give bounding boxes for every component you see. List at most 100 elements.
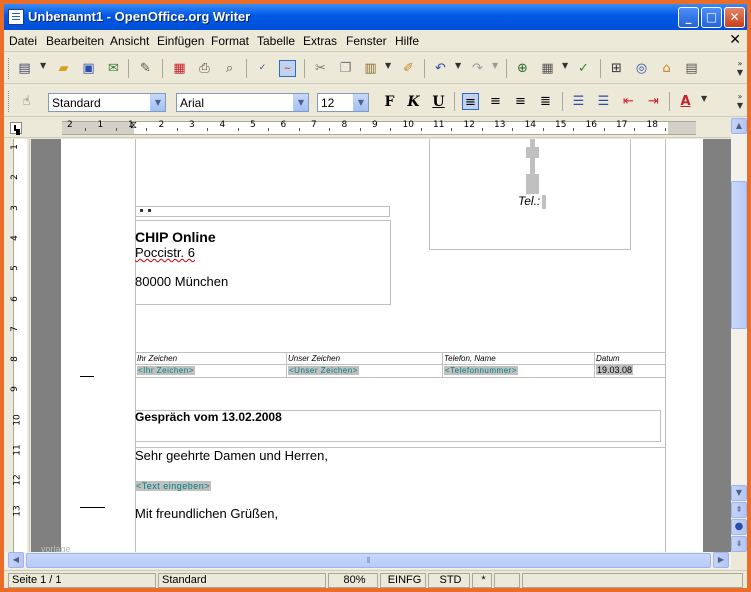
ref-field-ihr-zeichen[interactable]: <Ihr Zeichen> bbox=[137, 366, 195, 375]
scroll-down-button[interactable]: ▼ bbox=[731, 485, 747, 501]
print-icon[interactable]: ⎙ bbox=[196, 60, 213, 77]
writer-app-icon[interactable] bbox=[8, 9, 24, 25]
ruler-tick bbox=[481, 128, 483, 131]
ref-field-telefon[interactable]: <Telefonnummer> bbox=[444, 366, 518, 375]
redo-dropdown-icon[interactable]: ▼ bbox=[492, 61, 500, 70]
status-signature[interactable] bbox=[494, 573, 520, 588]
format-paintbrush-icon[interactable]: ✐ bbox=[400, 60, 417, 77]
scroll-right-button[interactable]: ▶ bbox=[713, 552, 729, 568]
undo-icon[interactable]: ↶ bbox=[432, 60, 449, 77]
paste-icon[interactable]: ▥ bbox=[362, 60, 379, 77]
table-dropdown-icon[interactable]: ▼ bbox=[562, 61, 570, 70]
justify-icon[interactable]: ≣ bbox=[537, 93, 554, 110]
page-preview-icon[interactable]: ⌕ bbox=[221, 60, 238, 77]
status-page[interactable]: Seite 1 / 1 bbox=[8, 573, 156, 588]
increase-indent-icon[interactable]: ⇥ bbox=[645, 93, 662, 110]
find-replace-icon[interactable]: ⊞ bbox=[608, 60, 625, 77]
numbering-icon[interactable]: ☰ bbox=[570, 93, 587, 110]
navigator-icon[interactable]: ◎ bbox=[633, 60, 650, 77]
align-center-icon[interactable]: ≡ bbox=[487, 93, 504, 110]
export-pdf-icon[interactable]: ▦ bbox=[171, 60, 188, 77]
status-style[interactable]: Standard bbox=[158, 573, 326, 588]
decrease-indent-icon[interactable]: ⇤ bbox=[620, 93, 637, 110]
cut-icon[interactable]: ✂ bbox=[312, 60, 329, 77]
indent-marker-icon[interactable]: ⧖ bbox=[130, 120, 137, 131]
status-zoom[interactable]: 80% bbox=[328, 573, 378, 588]
navigation-button[interactable]: ● bbox=[731, 519, 747, 535]
new-dropdown-icon[interactable]: ▼ bbox=[40, 61, 48, 70]
vertical-scroll-thumb[interactable] bbox=[731, 181, 747, 329]
paste-dropdown-icon[interactable]: ▼ bbox=[385, 61, 393, 70]
menu-datei[interactable]: Datei bbox=[9, 34, 37, 48]
chevron-down-icon[interactable]: ▼ bbox=[150, 94, 165, 111]
toolbar-grip[interactable] bbox=[8, 58, 11, 79]
minimize-button[interactable]: _ bbox=[678, 7, 699, 28]
font-color-icon[interactable]: A bbox=[677, 93, 694, 110]
spellcheck-icon[interactable]: ✓ bbox=[254, 60, 271, 77]
horizontal-ruler[interactable]: 2 1 1 2 3 4 5 6 7 8 9 10 11 12 13 14 15 16 17 18 ⧖ bbox=[4, 118, 747, 138]
show-draw-functions-icon[interactable]: ✓ bbox=[575, 60, 592, 77]
toolbar-overflow-icon[interactable]: » ▼ bbox=[735, 92, 745, 110]
bold-button[interactable]: F bbox=[380, 93, 399, 111]
align-left-icon[interactable]: ≡ bbox=[462, 93, 479, 110]
menu-tabelle[interactable]: Tabelle bbox=[257, 34, 295, 48]
phone-field[interactable] bbox=[542, 195, 546, 209]
ref-field-datum[interactable]: 19.03.08 bbox=[596, 365, 634, 375]
ref-header-telefon: Telefon, Name bbox=[444, 354, 496, 363]
menu-ansicht[interactable]: Ansicht bbox=[110, 34, 149, 48]
document-page[interactable]: Tel.: CHIP Online Poccistr. 6 80000 Münc… bbox=[41, 139, 703, 552]
styles-formatting-icon[interactable]: ☝ bbox=[18, 93, 35, 110]
email-icon[interactable]: ✉ bbox=[105, 60, 122, 77]
bullets-icon[interactable]: ☰ bbox=[595, 93, 612, 110]
font-size-select[interactable]: 12 ▼ bbox=[317, 93, 369, 112]
vertical-scrollbar[interactable]: ▲ ▼ ⇞ ● ⇟ bbox=[731, 118, 747, 552]
paragraph-style-select[interactable]: Standard ▼ bbox=[48, 93, 166, 112]
toolbar-separator bbox=[424, 59, 425, 78]
chevron-down-icon[interactable]: ▼ bbox=[293, 94, 308, 111]
next-page-button[interactable]: ⇟ bbox=[731, 536, 747, 552]
status-insert-mode[interactable]: EINFG bbox=[380, 573, 426, 588]
ruler-tick bbox=[512, 128, 514, 131]
undo-dropdown-icon[interactable]: ▼ bbox=[455, 61, 463, 70]
close-button[interactable]: ✕ bbox=[724, 7, 745, 28]
body-text-field[interactable]: <Text eingeben> bbox=[135, 481, 212, 491]
ref-field-unser-zeichen[interactable]: <Unser Zeichen> bbox=[288, 366, 359, 375]
table-icon[interactable]: ▦ bbox=[539, 60, 556, 77]
hyperlink-icon[interactable]: ⊕ bbox=[514, 60, 531, 77]
menu-fenster[interactable]: Fenster bbox=[346, 34, 387, 48]
open-folder-icon[interactable]: ▰ bbox=[55, 60, 72, 77]
tab-stop-selector-icon[interactable] bbox=[10, 122, 22, 134]
redo-icon[interactable]: ↷ bbox=[469, 60, 486, 77]
menu-einfuegen[interactable]: Einfügen bbox=[157, 34, 204, 48]
font-name-select[interactable]: Arial ▼ bbox=[176, 93, 309, 112]
previous-page-button[interactable]: ⇞ bbox=[731, 502, 747, 518]
menu-format[interactable]: Format bbox=[211, 34, 249, 48]
underline-button[interactable]: U bbox=[429, 93, 448, 111]
sender-line-box[interactable] bbox=[135, 206, 390, 217]
align-right-icon[interactable]: ≡ bbox=[512, 93, 529, 110]
scroll-up-button[interactable]: ▲ bbox=[731, 118, 747, 134]
save-icon[interactable]: ▣ bbox=[80, 60, 97, 77]
menu-extras[interactable]: Extras bbox=[303, 34, 337, 48]
horizontal-scrollbar[interactable]: ◀ ⦀ ▶ bbox=[4, 552, 731, 569]
edit-file-icon[interactable]: ✎ bbox=[137, 60, 154, 77]
copy-icon[interactable]: ❐ bbox=[337, 60, 354, 77]
gallery-icon[interactable]: ⌂ bbox=[658, 60, 675, 77]
new-document-icon[interactable]: ▤ bbox=[16, 60, 33, 77]
scroll-left-button[interactable]: ◀ bbox=[8, 552, 24, 568]
reference-table[interactable]: Ihr Zeichen Unser Zeichen Telefon, Name … bbox=[135, 352, 666, 378]
status-selection-mode[interactable]: STD bbox=[428, 573, 470, 588]
close-document-icon[interactable]: ✕ bbox=[729, 32, 741, 48]
menu-bearbeiten[interactable]: Bearbeiten bbox=[46, 34, 104, 48]
data-sources-icon[interactable]: ▤ bbox=[683, 60, 700, 77]
auto-spellcheck-icon[interactable]: ∼ bbox=[279, 60, 296, 77]
chevron-down-icon[interactable]: ▼ bbox=[353, 94, 368, 111]
toolbar-grip[interactable] bbox=[8, 91, 11, 112]
toolbar-overflow-icon[interactable]: » ▼ bbox=[735, 59, 745, 77]
document-area[interactable]: Tel.: CHIP Online Poccistr. 6 80000 Münc… bbox=[31, 139, 733, 552]
menu-hilfe[interactable]: Hilfe bbox=[395, 34, 419, 48]
italic-button[interactable]: K bbox=[404, 93, 423, 111]
maximize-button[interactable]: □ bbox=[701, 7, 722, 28]
horizontal-scroll-thumb[interactable]: ⦀ bbox=[26, 553, 711, 568]
font-color-dropdown-icon[interactable]: ▼ bbox=[701, 94, 709, 103]
